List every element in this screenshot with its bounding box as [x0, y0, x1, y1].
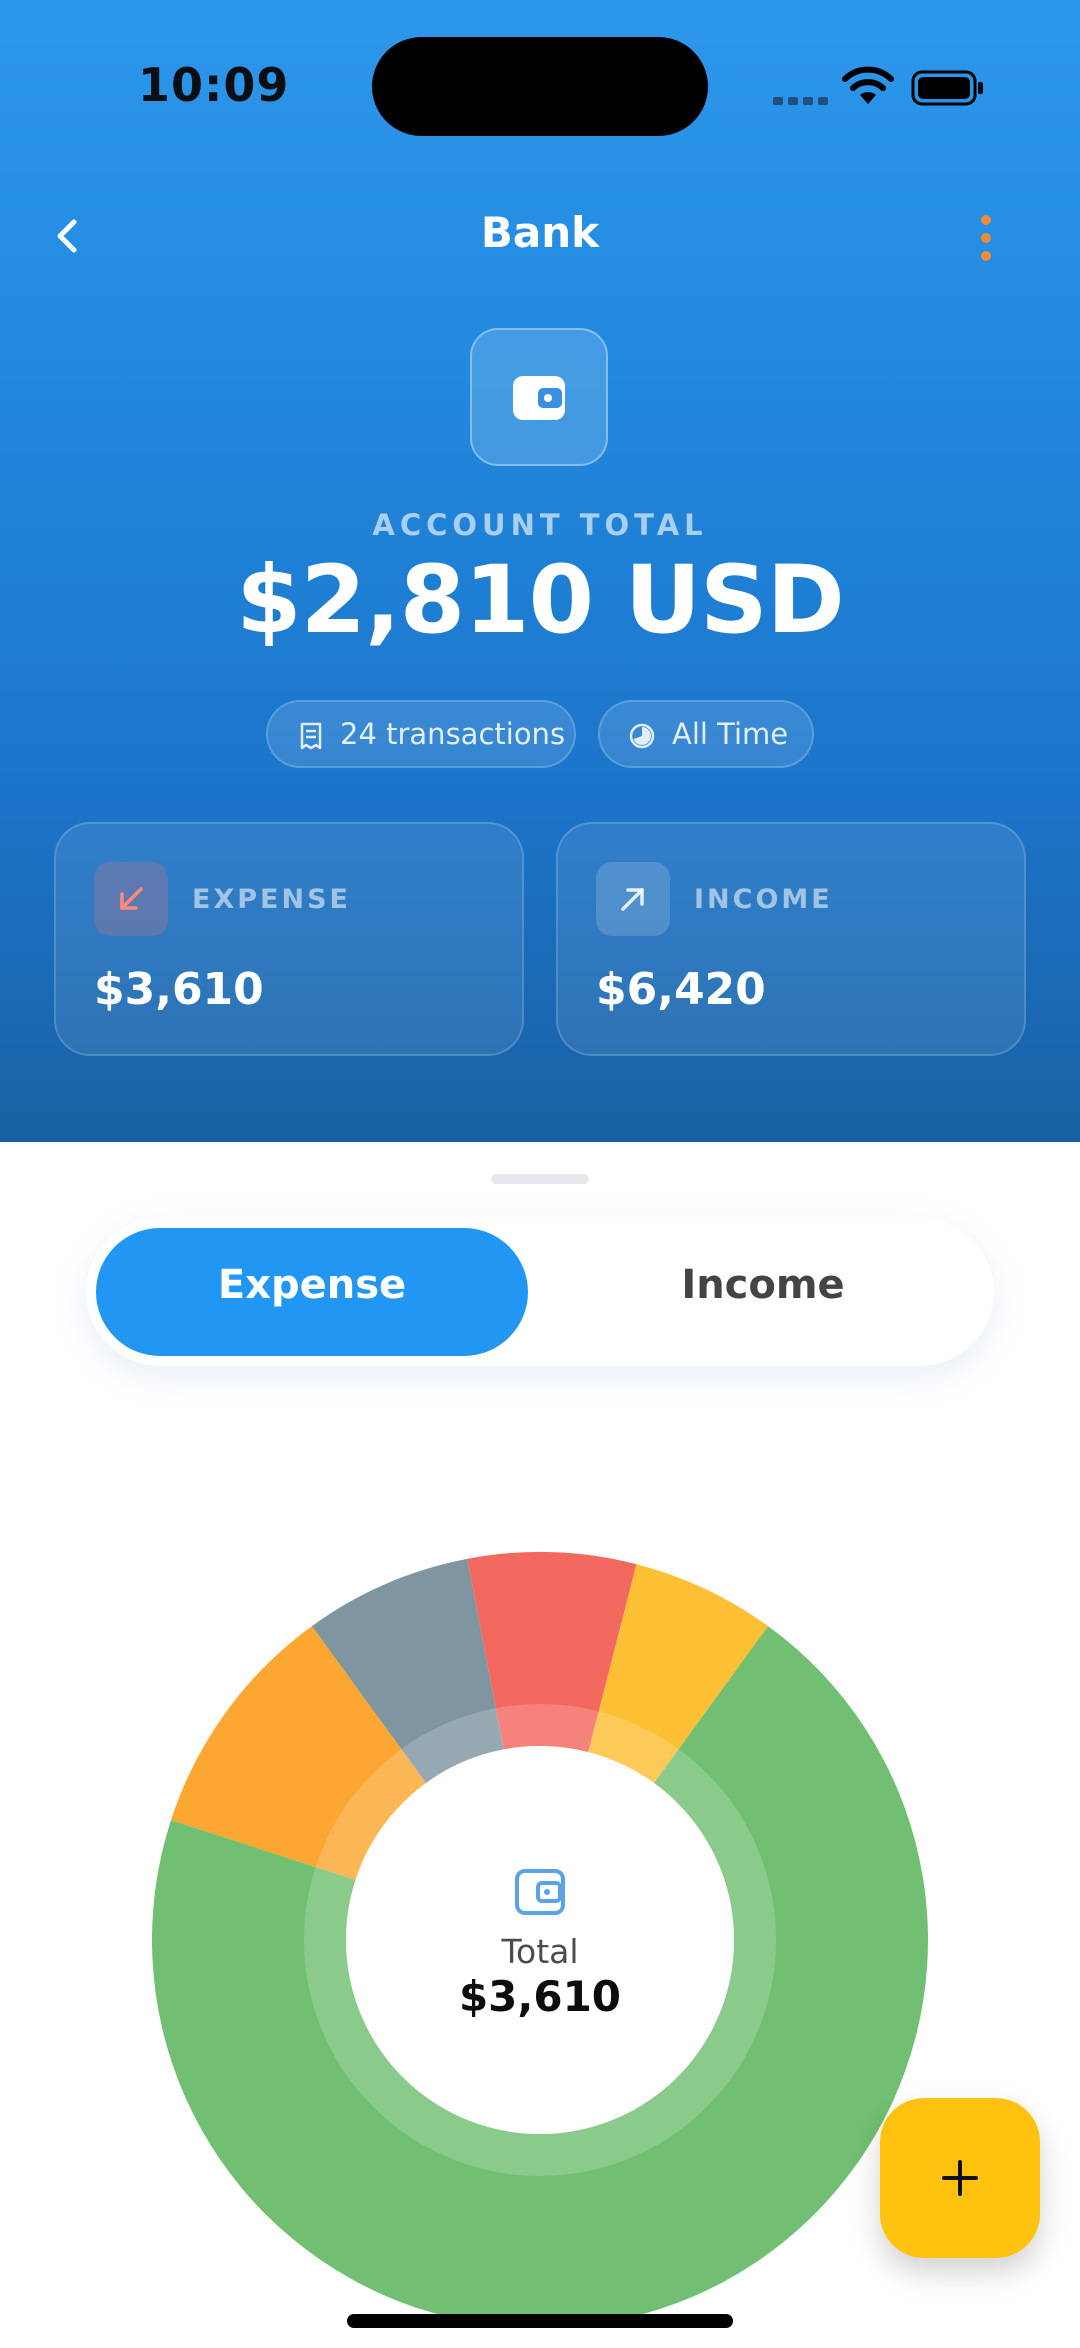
income-value: $6,420 [596, 964, 766, 1015]
tab-income[interactable]: Income [548, 1262, 978, 1308]
arrow-up-right-icon [621, 888, 644, 911]
chart-total-label: Total [501, 1932, 579, 1971]
arrow-down-left-icon [120, 887, 143, 910]
tab-expense[interactable]: Expense [96, 1262, 528, 1308]
home-indicator [347, 2314, 733, 2328]
wallet-icon [515, 1869, 565, 1915]
sheet-drag-handle[interactable] [491, 1174, 589, 1184]
type-segmented-control: Expense Income [86, 1218, 994, 1366]
page-title: Bank [480, 208, 600, 257]
battery-icon [911, 70, 983, 106]
expense-badge [94, 862, 168, 936]
transactions-pill[interactable]: 24 transactions [266, 700, 576, 768]
receipt-icon [300, 722, 322, 750]
account-total-label: ACCOUNT TOTAL [372, 508, 708, 542]
cellular-signal-icon [773, 97, 828, 105]
expense-label: EXPENSE [192, 884, 351, 915]
expense-value: $3,610 [94, 964, 264, 1015]
wallet-icon [513, 376, 565, 420]
account-header: 10:09 Bank ACCOUNT TOTAL $2,810 USD 24 t… [0, 0, 1080, 1142]
period-label: All Time [672, 717, 789, 751]
status-time: 10:09 [138, 58, 290, 112]
wifi-icon [842, 66, 894, 104]
chart-total-value: $3,610 [458, 1972, 622, 2021]
add-transaction-button[interactable] [880, 2098, 1040, 2258]
plus-icon [942, 2160, 978, 2196]
account-icon-tile [470, 328, 608, 466]
account-total-value: $2,810 USD [236, 546, 845, 655]
expense-summary-card: EXPENSE $3,610 [54, 822, 524, 1056]
period-pill[interactable]: All Time [598, 700, 814, 768]
clock-icon [629, 723, 655, 749]
income-summary-card: INCOME $6,420 [556, 822, 1026, 1056]
more-vertical-icon[interactable] [972, 212, 1000, 268]
camera-notch [372, 37, 708, 136]
transactions-count: 24 transactions [340, 717, 566, 751]
income-label: INCOME [694, 884, 833, 915]
income-badge [596, 862, 670, 936]
